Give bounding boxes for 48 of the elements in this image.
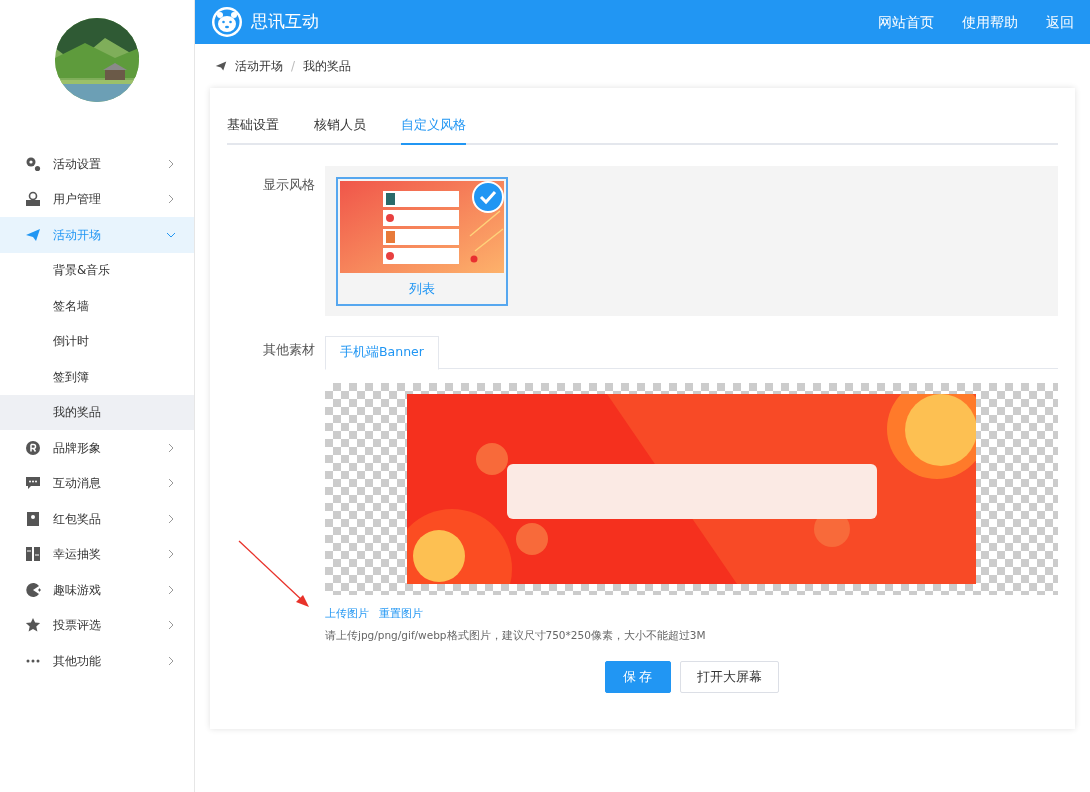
paper-plane-icon: [215, 60, 227, 72]
field-label: 显示风格: [262, 175, 316, 194]
hint-text: 请上传jpg/png/gif/webp格式图片，建议尺寸750*250像素，大小不能超过3M: [325, 628, 707, 644]
sidebar-item[interactable]: 活动设置: [0, 146, 194, 182]
checkmark-icon: [472, 180, 504, 213]
breadcrumb-item[interactable]: 活动开场: [235, 57, 283, 75]
tab[interactable]: 基础设置: [227, 110, 279, 145]
submenu-item[interactable]: 签名墙: [0, 288, 194, 324]
tab[interactable]: 核销人员: [314, 110, 366, 145]
option-label: 列表: [408, 279, 436, 298]
paper-plane-icon: [25, 226, 41, 243]
chevron-right-icon: [166, 513, 176, 524]
sidebar-item[interactable]: 趣味游戏: [0, 572, 194, 608]
sidebar-item[interactable]: 用户管理: [0, 181, 194, 217]
bear-logo-icon: [211, 6, 243, 38]
gear-icon: [25, 155, 41, 172]
envelope-icon: [25, 510, 41, 527]
sidebar-item[interactable]: 投票评选: [0, 607, 194, 643]
submenu-item[interactable]: 签到簿: [0, 359, 194, 395]
submenu-item[interactable]: 我的奖品: [0, 394, 194, 430]
sidebar-item[interactable]: 其他功能: [0, 643, 194, 679]
more-icon: [25, 658, 41, 663]
submenu-item[interactable]: 背景&音乐: [0, 252, 194, 288]
user-icon: [25, 191, 41, 208]
breadcrumb-item: 我的奖品: [303, 58, 352, 75]
chevron-right-icon: [166, 549, 176, 560]
pacman-icon: [25, 581, 41, 598]
chevron-right-icon: [166, 655, 176, 666]
grid-icon: [25, 546, 41, 563]
breadcrumb-separator: /: [291, 58, 296, 75]
chevron-right-icon: [166, 584, 176, 595]
chevron-right-icon: [166, 620, 176, 631]
field-label: 其他素材: [262, 341, 316, 359]
chevron-right-icon: [166, 194, 176, 205]
chevron-right-icon: [166, 442, 176, 453]
submenu-item[interactable]: 倒计时: [0, 323, 194, 359]
open-screen-button[interactable]: 打开大屏幕: [679, 661, 779, 693]
star-icon: [25, 617, 41, 634]
sidebar-item[interactable]: 品牌形象: [0, 430, 194, 466]
sidebar-item[interactable]: 互动消息: [0, 465, 194, 501]
chat-icon: [25, 475, 41, 492]
arrow-drawing: [238, 540, 310, 608]
chevron-right-icon: [166, 158, 176, 169]
sidebar-item[interactable]: 幸运抽奖: [0, 536, 194, 572]
chevron-right-icon: [166, 478, 176, 489]
brand-name: 思讯互动: [251, 10, 319, 34]
sidebar-item[interactable]: 红包奖品: [0, 501, 194, 537]
registered-icon: [25, 439, 41, 456]
